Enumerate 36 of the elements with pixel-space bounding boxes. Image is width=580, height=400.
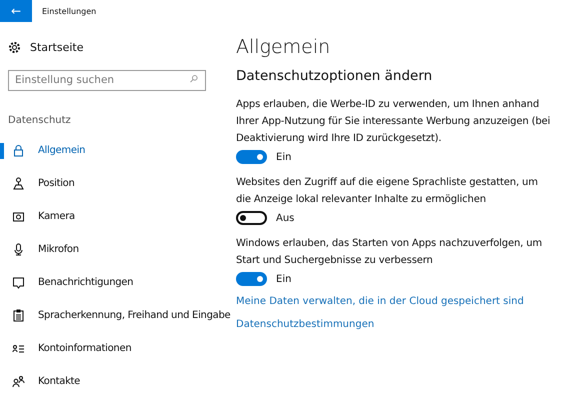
toggle-switch[interactable] bbox=[236, 272, 267, 286]
settings-icon bbox=[8, 40, 21, 54]
nav-item[interactable]: Allgemein bbox=[0, 134, 236, 167]
page-title: Allgemein bbox=[236, 36, 332, 58]
toggle-state: Ein bbox=[276, 152, 292, 162]
nav-item[interactable]: Benachrichtigungen bbox=[0, 266, 236, 299]
camera-icon bbox=[12, 210, 25, 223]
option-description: Websites den Zugriff auf die eigene Sprachliste gestatten, um die Anzeige lokal relevanter Inhalte zu ermöglichen bbox=[236, 176, 539, 207]
contacts-icon bbox=[12, 375, 25, 388]
search-icon bbox=[189, 74, 199, 84]
toggle-state: Ein bbox=[276, 274, 292, 284]
nav-item[interactable]: Kamera bbox=[0, 200, 236, 233]
toggle-switch[interactable] bbox=[236, 150, 267, 164]
search-field[interactable]: Einstellung suchen bbox=[8, 70, 206, 90]
home-item[interactable]: Startseite bbox=[8, 36, 236, 58]
nav-item[interactable]: Position bbox=[0, 167, 236, 200]
nav-item[interactable]: Kontakte bbox=[0, 365, 236, 398]
option-description: Windows erlauben, das Starten von Apps nachzuverfolgen, um Start und Suchergebnisse zu verbessern bbox=[236, 237, 544, 268]
section-label: Datenschutz bbox=[8, 115, 72, 126]
nav-item[interactable]: Spracherkennung, Freihand und Eingabe bbox=[0, 299, 236, 332]
back-button[interactable]: ← bbox=[0, 0, 32, 22]
option-description: Apps erlauben, die Werbe-ID zu verwenden, um Ihnen anhand Ihrer App-Nutzung für Sie interessante Werbung anzuzeigen (bei Deaktivierung wird Ihre ID zurückgesetzt). bbox=[236, 98, 552, 146]
link[interactable]: Meine Daten verwalten, die in der Cloud gespeichert sind bbox=[236, 296, 554, 307]
notification-icon bbox=[12, 276, 25, 289]
toggle-switch[interactable] bbox=[236, 211, 267, 225]
toggle-state: Aus bbox=[276, 212, 294, 224]
nav-item[interactable]: Mikrofon bbox=[0, 233, 236, 266]
lock-icon bbox=[12, 144, 25, 157]
clipboard-icon bbox=[12, 309, 25, 322]
section-heading: Datenschutzoptionen ändern bbox=[236, 68, 434, 84]
account-info-icon bbox=[12, 342, 25, 355]
microphone-icon bbox=[12, 243, 25, 256]
link[interactable]: Datenschutzbestimmungen bbox=[236, 319, 554, 330]
window-title: Einstellungen bbox=[42, 6, 96, 16]
nav-item[interactable]: Kontoinformationen bbox=[0, 332, 236, 365]
location-icon bbox=[12, 177, 25, 190]
